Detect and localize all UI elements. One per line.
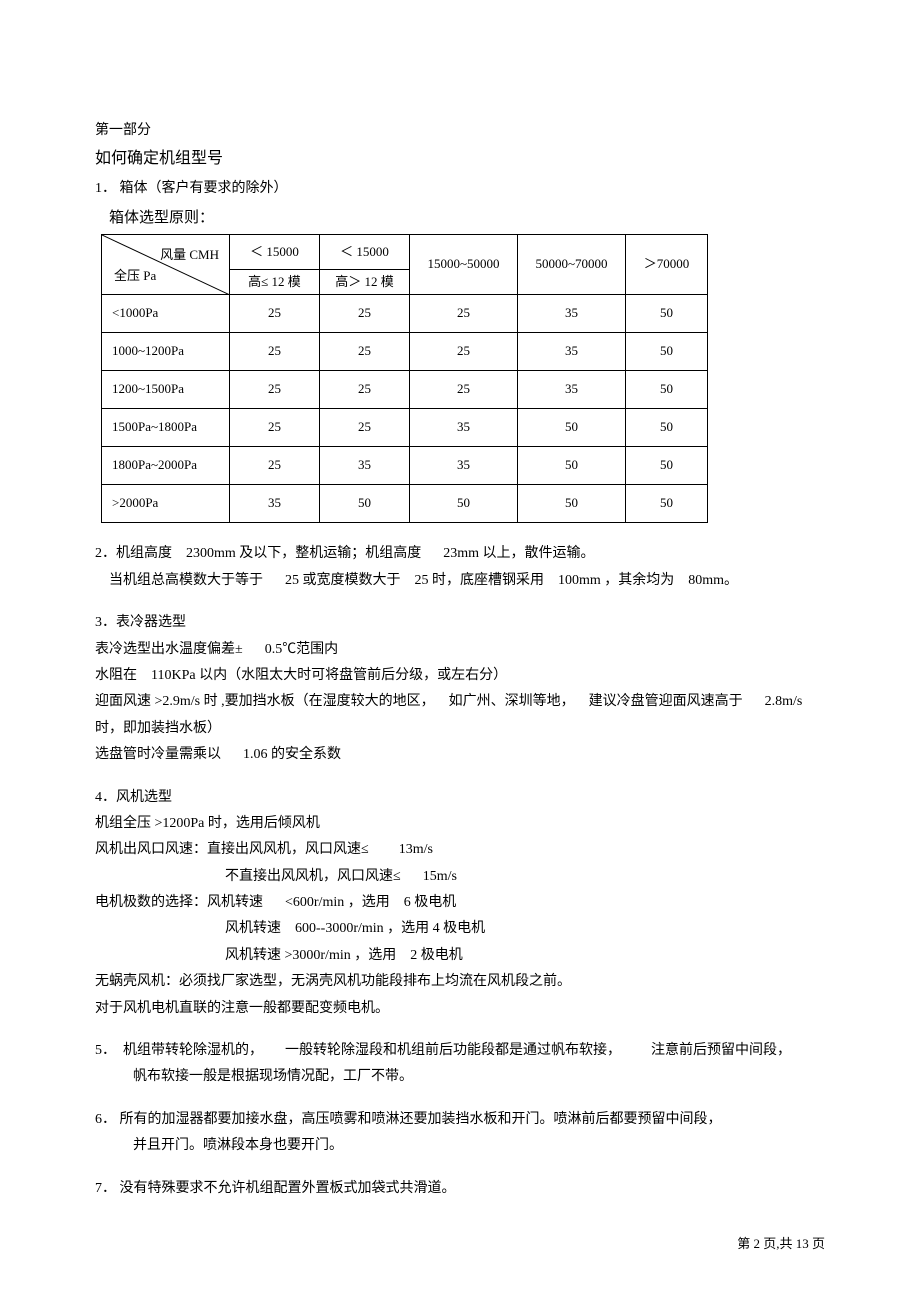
table-row: >2000Pa 35 50 50 50 50	[102, 485, 708, 523]
text-line: 表冷选型出水温度偏差±0.5℃范围内	[95, 639, 825, 661]
cell: 50	[518, 409, 626, 447]
text-line: 机组全压 >1200Pa 时，选用后倾风机	[95, 813, 825, 835]
principle-label: 箱体选型原则：	[95, 206, 825, 230]
cell: 35	[518, 333, 626, 371]
section-5: 5． 机组带转轮除湿机的，一般转轮除湿段和机组前后功能段都是通过帆布软接，注意前…	[95, 1040, 825, 1089]
table-row: 1500Pa~1800Pa 25 25 35 50 50	[102, 409, 708, 447]
text-line: 风机出风口风速：直接出风风机，风口风速≤13m/s	[95, 839, 825, 861]
cell: 25	[230, 333, 320, 371]
cell: 50	[626, 333, 708, 371]
cell: 50	[626, 409, 708, 447]
cell: 35	[518, 295, 626, 333]
text-line: 风机转速 >3000r/min ，选用2 极电机	[95, 945, 825, 967]
col-head: ＜ 15000	[320, 235, 410, 269]
text-line: 6． 所有的加湿器都要加接水盘，高压喷雾和喷淋还要加装挡水板和开门。喷淋前后都要…	[95, 1109, 825, 1131]
cell: 25	[230, 371, 320, 409]
col-head: 50000~70000	[518, 235, 626, 295]
cell: 25	[230, 295, 320, 333]
diag-top: 风量 CMH	[160, 245, 219, 266]
cell: 50	[518, 485, 626, 523]
col-subhead: 高＞ 12 模	[320, 269, 410, 295]
cell: 50	[626, 447, 708, 485]
text-line: 并且开门。喷淋段本身也要开门。	[95, 1135, 825, 1157]
row-label: 1800Pa~2000Pa	[102, 447, 230, 485]
section-3: 3．表冷器选型 表冷选型出水温度偏差±0.5℃范围内 水阻在110KPa 以内（…	[95, 612, 825, 766]
cell: 35	[230, 485, 320, 523]
table-row: 1800Pa~2000Pa 25 35 35 50 50	[102, 447, 708, 485]
col-head: ＜ 15000	[230, 235, 320, 269]
cell: 25	[230, 447, 320, 485]
text-line: 电机极数的选择：风机转速<600r/min ，选用6 极电机	[95, 892, 825, 914]
col-head: 15000~50000	[410, 235, 518, 295]
text-line: 时，即加装挡水板）	[95, 718, 825, 740]
selection-table: 风量 CMH 全压 Pa ＜ 15000 ＜ 15000 15000~50000…	[101, 234, 708, 523]
text-line: 对于风机电机直联的注意一般都要配变频电机。	[95, 998, 825, 1020]
col-subhead: 高≤ 12 模	[230, 269, 320, 295]
section-3-head: 3．表冷器选型	[95, 612, 825, 634]
cell: 25	[410, 295, 518, 333]
row-label: 1200~1500Pa	[102, 371, 230, 409]
cell: 50	[518, 447, 626, 485]
table-row: 1200~1500Pa 25 25 25 35 50	[102, 371, 708, 409]
cell: 50	[320, 485, 410, 523]
col-head: ＞70000	[626, 235, 708, 295]
cell: 25	[320, 371, 410, 409]
row-label: 1500Pa~1800Pa	[102, 409, 230, 447]
cell: 50	[626, 295, 708, 333]
row-label: 1000~1200Pa	[102, 333, 230, 371]
table-row: <1000Pa 25 25 25 35 50	[102, 295, 708, 333]
text-line: 2．机组高度2300mm 及以下，整机运输；机组高度23mm 以上，散件运输。	[95, 543, 825, 565]
cell: 25	[410, 333, 518, 371]
diag-bot: 全压 Pa	[114, 266, 156, 287]
part-label: 第一部分	[95, 120, 825, 142]
section-4-head: 4．风机选型	[95, 787, 825, 809]
page-footer: 第 2 页,共 13 页	[95, 1234, 825, 1255]
section-7: 7． 没有特殊要求不允许机组配置外置板式加袋式共滑道。	[95, 1178, 825, 1200]
text-line: 5． 机组带转轮除湿机的，一般转轮除湿段和机组前后功能段都是通过帆布软接，注意前…	[95, 1040, 825, 1062]
section-6: 6． 所有的加湿器都要加接水盘，高压喷雾和喷淋还要加装挡水板和开门。喷淋前后都要…	[95, 1109, 825, 1158]
cell: 25	[230, 409, 320, 447]
text-line: 水阻在110KPa 以内（水阻太大时可将盘管前后分级，或左右分）	[95, 665, 825, 687]
cell: 50	[626, 371, 708, 409]
cell: 35	[518, 371, 626, 409]
table-row: 1000~1200Pa 25 25 25 35 50	[102, 333, 708, 371]
cell: 25	[320, 333, 410, 371]
cell: 25	[320, 295, 410, 333]
text-line: 无蜗壳风机：必须找厂家选型，无涡壳风机功能段排布上均流在风机段之前。	[95, 971, 825, 993]
text-line: 不直接出风风机，风口风速≤15m/s	[95, 866, 825, 888]
row-label: <1000Pa	[102, 295, 230, 333]
cell: 25	[320, 409, 410, 447]
text-line: 7． 没有特殊要求不允许机组配置外置板式加袋式共滑道。	[95, 1178, 825, 1200]
cell: 35	[320, 447, 410, 485]
text-line: 选盘管时冷量需乘以1.06 的安全系数	[95, 744, 825, 766]
section-1-head: 1． 箱体（客户有要求的除外）	[95, 178, 825, 200]
text-line: 迎面风速 >2.9m/s 时 ,要加挡水板（在湿度较大的地区，如广州、深圳等地，…	[95, 691, 825, 713]
section-2: 2．机组高度2300mm 及以下，整机运输；机组高度23mm 以上，散件运输。 …	[95, 543, 825, 592]
section-4: 4．风机选型 机组全压 >1200Pa 时，选用后倾风机 风机出风口风速：直接出…	[95, 787, 825, 1021]
cell: 35	[410, 409, 518, 447]
page-title: 如何确定机组型号	[95, 146, 825, 172]
cell: 35	[410, 447, 518, 485]
cell: 50	[410, 485, 518, 523]
text-line: 当机组总高模数大于等于25 或宽度模数大于25 时，底座槽钢采用100mm ，其…	[95, 570, 825, 592]
row-label: >2000Pa	[102, 485, 230, 523]
text-line: 风机转速600--3000r/min ，选用 4 极电机	[95, 918, 825, 940]
text-line: 帆布软接一般是根据现场情况配，工厂不带。	[95, 1066, 825, 1088]
table-diag-header: 风量 CMH 全压 Pa	[102, 235, 230, 295]
cell: 50	[626, 485, 708, 523]
cell: 25	[410, 371, 518, 409]
